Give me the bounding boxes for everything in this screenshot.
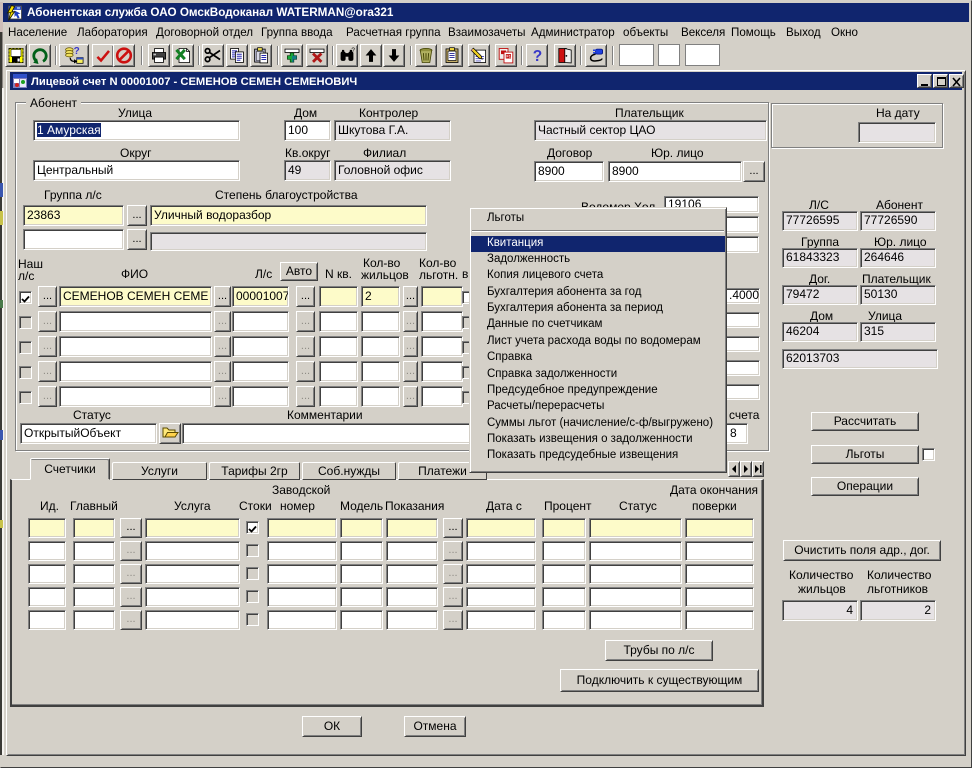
svg-text:?: ?: [533, 48, 542, 65]
svg-text:F1: F1: [506, 55, 510, 59]
svg-text:?: ?: [351, 47, 355, 54]
svg-text:?: ?: [74, 46, 80, 57]
